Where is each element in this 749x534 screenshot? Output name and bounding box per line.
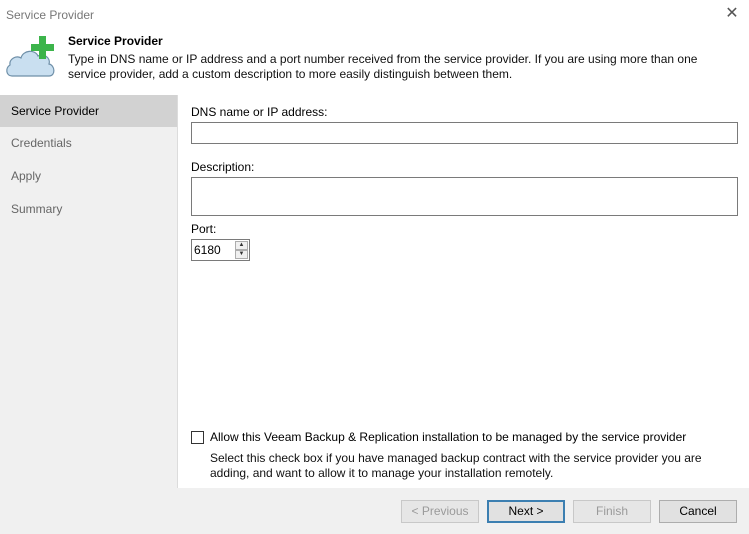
dns-input[interactable] <box>191 122 738 144</box>
title-bar: Service Provider ✕ <box>0 0 749 30</box>
port-stepper[interactable]: 6180 ▲ ▼ <box>191 239 250 261</box>
wizard-footer: < Previous Next > Finish Cancel <box>0 488 749 534</box>
close-icon[interactable]: ✕ <box>723 5 741 23</box>
spin-down-icon[interactable]: ▼ <box>235 250 248 259</box>
wizard-content: DNS name or IP address: Description: Por… <box>178 95 749 488</box>
wizard-header: Service Provider Type in DNS name or IP … <box>0 30 749 94</box>
dns-label: DNS name or IP address: <box>191 105 328 119</box>
cloud-plus-icon <box>6 36 55 77</box>
description-label: Description: <box>191 160 255 174</box>
port-value[interactable]: 6180 <box>194 243 221 257</box>
wizard-steps: Service Provider Credentials Apply Summa… <box>0 95 178 488</box>
managed-by-provider-label[interactable]: Allow this Veeam Backup & Replication in… <box>210 430 686 444</box>
step-credentials[interactable]: Credentials <box>0 127 177 160</box>
port-stepper-arrows: ▲ ▼ <box>235 241 248 259</box>
managed-by-provider-help: Select this check box if you have manage… <box>210 451 702 480</box>
port-label: Port: <box>191 222 217 236</box>
step-apply[interactable]: Apply <box>0 160 177 193</box>
step-service-provider[interactable]: Service Provider <box>0 95 177 127</box>
description-input[interactable] <box>191 177 738 216</box>
previous-button[interactable]: < Previous <box>401 500 479 523</box>
cancel-button[interactable]: Cancel <box>659 500 737 523</box>
header-description: Type in DNS name or IP address and a por… <box>68 52 698 81</box>
finish-button[interactable]: Finish <box>573 500 651 523</box>
spin-up-icon[interactable]: ▲ <box>235 241 248 250</box>
header-title: Service Provider <box>68 34 163 48</box>
managed-by-provider-checkbox[interactable] <box>191 431 204 444</box>
window-title: Service Provider <box>6 8 95 22</box>
step-summary[interactable]: Summary <box>0 193 177 226</box>
next-button[interactable]: Next > <box>487 500 565 523</box>
